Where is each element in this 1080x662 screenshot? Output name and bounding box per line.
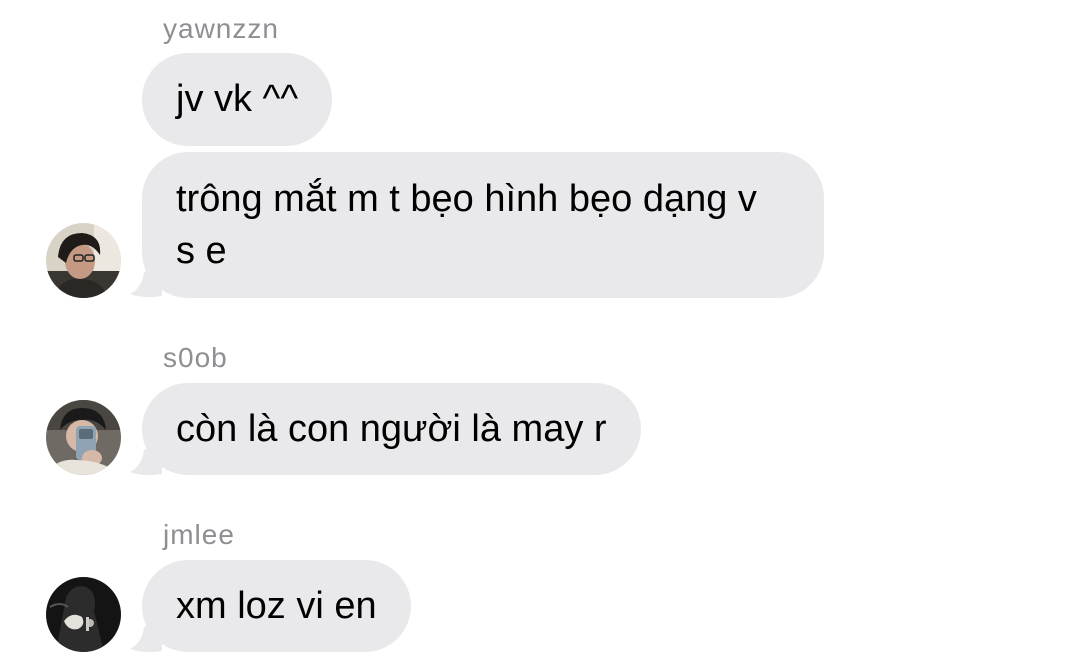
- message-text: còn là con người là may r: [176, 408, 607, 450]
- sender-name: yawnzzn: [163, 13, 279, 44]
- user-avatar-icon: [46, 577, 121, 652]
- bubble-tail: [130, 440, 162, 476]
- avatar[interactable]: [46, 223, 121, 298]
- avatar[interactable]: [46, 400, 121, 475]
- message-text: jv vk ^^: [176, 78, 299, 120]
- message-bubble[interactable]: xm loz vi en: [142, 560, 411, 652]
- message-bubble[interactable]: còn là con người là may r: [142, 383, 641, 475]
- message-bubble[interactable]: trông mắt m t bẹo hình bẹo dạng v s e: [142, 152, 824, 298]
- user-avatar-icon: [46, 400, 121, 475]
- message-text: xm loz vi en: [176, 585, 377, 627]
- message-text: trông mắt m t bẹo hình bẹo dạng v s e: [176, 178, 757, 272]
- chat-transcript: yawnzzn jv vk ^^ trông mắt m t bẹo hình …: [0, 0, 1080, 662]
- message-bubble[interactable]: jv vk ^^: [142, 53, 333, 146]
- sender-name: jmlee: [163, 519, 235, 550]
- bubble-tail: [130, 617, 162, 653]
- bubble-tail: [130, 262, 162, 298]
- avatar[interactable]: [46, 577, 121, 652]
- sender-name: s0ob: [163, 342, 228, 373]
- user-avatar-icon: [46, 223, 121, 298]
